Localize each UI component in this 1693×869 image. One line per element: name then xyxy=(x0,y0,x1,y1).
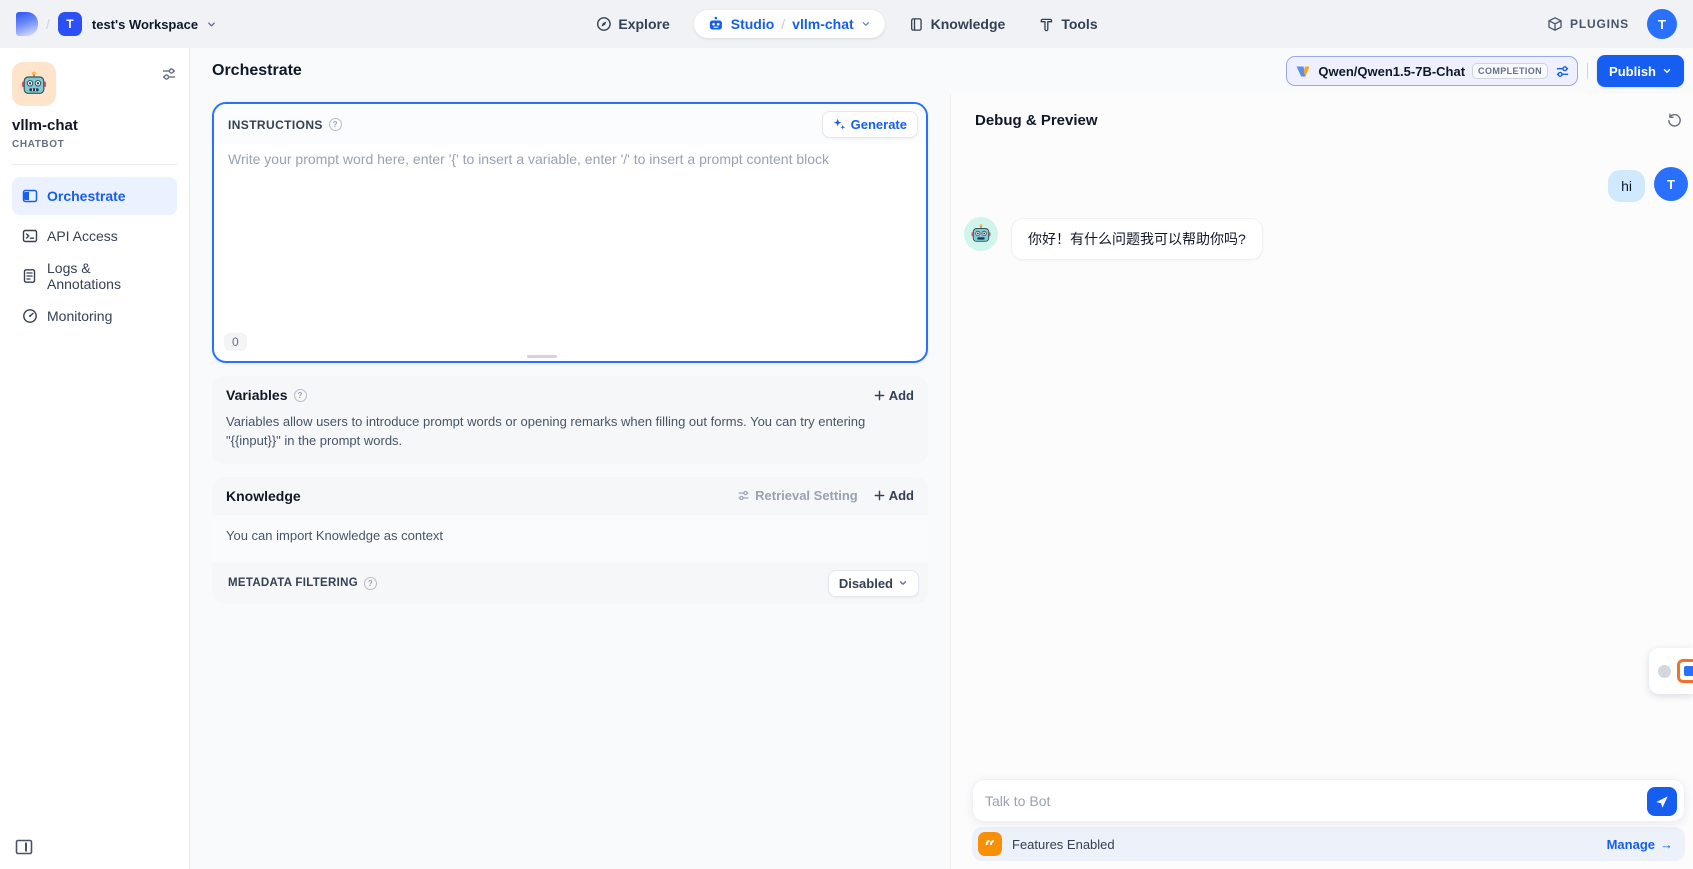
nav-app-name[interactable]: vllm-chat xyxy=(792,16,853,32)
bot-message-row: 你好！有什么问题我可以帮助你吗? xyxy=(951,217,1693,260)
nav-studio-active[interactable]: Studio / vllm-chat xyxy=(694,10,885,38)
retrieval-setting-button[interactable]: Retrieval Setting xyxy=(737,488,858,503)
metadata-filtering-dropdown[interactable]: Disabled xyxy=(828,570,919,597)
user-message-bubble: hi xyxy=(1608,170,1645,202)
instructions-panel: INSTRUCTIONS ? Generate 0 xyxy=(212,102,928,363)
restart-conversation-icon[interactable] xyxy=(1664,110,1685,131)
workspace-name[interactable]: test's Workspace xyxy=(92,17,198,32)
sliders-icon xyxy=(737,489,750,502)
resize-handle[interactable] xyxy=(527,355,557,358)
gauge-icon xyxy=(22,308,38,324)
plus-icon xyxy=(874,390,885,401)
publish-button[interactable]: Publish xyxy=(1597,55,1684,87)
chat-input[interactable] xyxy=(985,793,1638,809)
paper-plane-icon xyxy=(1655,795,1669,809)
floating-helper-widget[interactable] xyxy=(1649,648,1693,694)
nav-tools[interactable]: Tools xyxy=(1029,10,1107,38)
help-icon[interactable]: ? xyxy=(364,577,377,590)
chevron-down-icon[interactable] xyxy=(206,19,217,30)
knowledge-description: You can import Knowledge as context xyxy=(226,528,443,543)
model-mode-badge: COMPLETION xyxy=(1472,63,1548,79)
chat-input-container xyxy=(972,779,1685,822)
page-title: Orchestrate xyxy=(212,62,302,80)
workspace-avatar[interactable]: T xyxy=(58,12,82,36)
bot-avatar xyxy=(964,217,998,251)
knowledge-title: Knowledge xyxy=(226,488,301,504)
char-count: 0 xyxy=(224,333,247,351)
terminal-icon xyxy=(22,228,38,244)
help-icon[interactable]: ? xyxy=(294,389,307,402)
robot-emoji-icon xyxy=(20,70,48,98)
drag-dot xyxy=(1658,665,1671,678)
nav-explore[interactable]: Explore xyxy=(585,10,679,38)
nav-knowledge[interactable]: Knowledge xyxy=(899,10,1016,38)
app-type-badge: CHATBOT xyxy=(12,139,177,150)
sidebar-item-orchestrate[interactable]: Orchestrate xyxy=(12,177,177,215)
top-navigation-bar: / T test's Workspace Explore Studio / vl… xyxy=(0,0,1693,48)
metadata-filtering-row: METADATA FILTERING ? Disabled xyxy=(212,563,928,604)
vllm-logo-icon xyxy=(1295,63,1311,79)
debug-preview-panel: Debug & Preview hi T xyxy=(950,94,1693,869)
orchestrate-config-column: INSTRUCTIONS ? Generate 0 Variables ? Ad… xyxy=(190,94,950,869)
app-settings-icon[interactable] xyxy=(161,66,177,82)
separator-slash: / xyxy=(781,16,785,32)
package-icon xyxy=(1547,16,1563,32)
main-header: Orchestrate Qwen/Qwen1.5-7B-Chat COMPLET… xyxy=(190,48,1693,94)
user-message-row: hi T xyxy=(951,167,1693,202)
variables-description: Variables allow users to introduce promp… xyxy=(226,413,866,451)
app-name: vllm-chat xyxy=(12,117,177,134)
separator-slash: / xyxy=(46,16,50,32)
plus-icon xyxy=(874,490,885,501)
variables-panel: Variables ? Add Variables allow users to… xyxy=(212,376,928,464)
chat-area: hi T 你好！有什么问题我可以帮助你吗? xyxy=(951,139,1693,260)
add-variable-button[interactable]: Add xyxy=(874,388,914,403)
sidebar-item-monitoring[interactable]: Monitoring xyxy=(12,297,177,335)
user-chat-avatar: T xyxy=(1654,167,1688,201)
document-list-icon xyxy=(22,268,38,284)
book-icon xyxy=(909,17,924,32)
robot-emoji-icon xyxy=(970,223,992,245)
send-button[interactable] xyxy=(1647,787,1677,816)
arrow-right-icon: → xyxy=(1660,837,1673,852)
orchestrate-icon xyxy=(22,188,38,204)
generate-button[interactable]: Generate xyxy=(822,111,918,138)
manage-features-link[interactable]: Manage → xyxy=(1607,837,1673,852)
compass-icon xyxy=(595,16,611,32)
divider xyxy=(1587,63,1588,79)
app-sidebar: vllm-chat CHATBOT Orchestrate API Access… xyxy=(0,48,190,869)
user-avatar[interactable]: T xyxy=(1647,9,1677,39)
sidebar-item-logs-annotations[interactable]: Logs & Annotations xyxy=(12,257,177,295)
nav-studio-label: Studio xyxy=(731,16,775,32)
model-params-icon[interactable] xyxy=(1555,64,1570,79)
sparkles-icon xyxy=(833,118,846,131)
features-icon xyxy=(978,832,1002,856)
add-knowledge-button[interactable]: Add xyxy=(874,488,914,503)
model-name: Qwen/Qwen1.5-7B-Chat xyxy=(1318,64,1465,79)
debug-preview-title: Debug & Preview xyxy=(975,112,1098,129)
hammer-icon xyxy=(1039,17,1054,32)
dify-logo[interactable] xyxy=(16,12,38,36)
instructions-textarea[interactable] xyxy=(214,144,926,329)
features-bar: Features Enabled Manage → xyxy=(972,827,1685,861)
metadata-filtering-title: METADATA FILTERING xyxy=(228,577,358,589)
variables-title: Variables xyxy=(226,387,288,403)
robot-icon xyxy=(708,16,724,32)
divider xyxy=(12,164,177,165)
features-label: Features Enabled xyxy=(1012,837,1115,852)
instructions-title: INSTRUCTIONS xyxy=(228,118,323,132)
sidebar-item-api-access[interactable]: API Access xyxy=(12,217,177,255)
chevron-down-icon[interactable] xyxy=(861,19,871,29)
bot-message-bubble: 你好！有什么问题我可以帮助你吗? xyxy=(1011,218,1263,260)
extension-logo-icon xyxy=(1677,659,1693,683)
model-selector[interactable]: Qwen/Qwen1.5-7B-Chat COMPLETION xyxy=(1286,56,1578,86)
app-icon[interactable] xyxy=(12,62,56,106)
chevron-down-icon xyxy=(1662,66,1672,76)
knowledge-panel: Knowledge Retrieval Setting Add You can … xyxy=(212,477,928,604)
plugins-button[interactable]: PLUGINS xyxy=(1547,16,1629,32)
chevron-down-icon xyxy=(898,578,908,588)
collapse-sidebar-icon[interactable] xyxy=(10,833,38,861)
help-icon[interactable]: ? xyxy=(329,118,342,131)
